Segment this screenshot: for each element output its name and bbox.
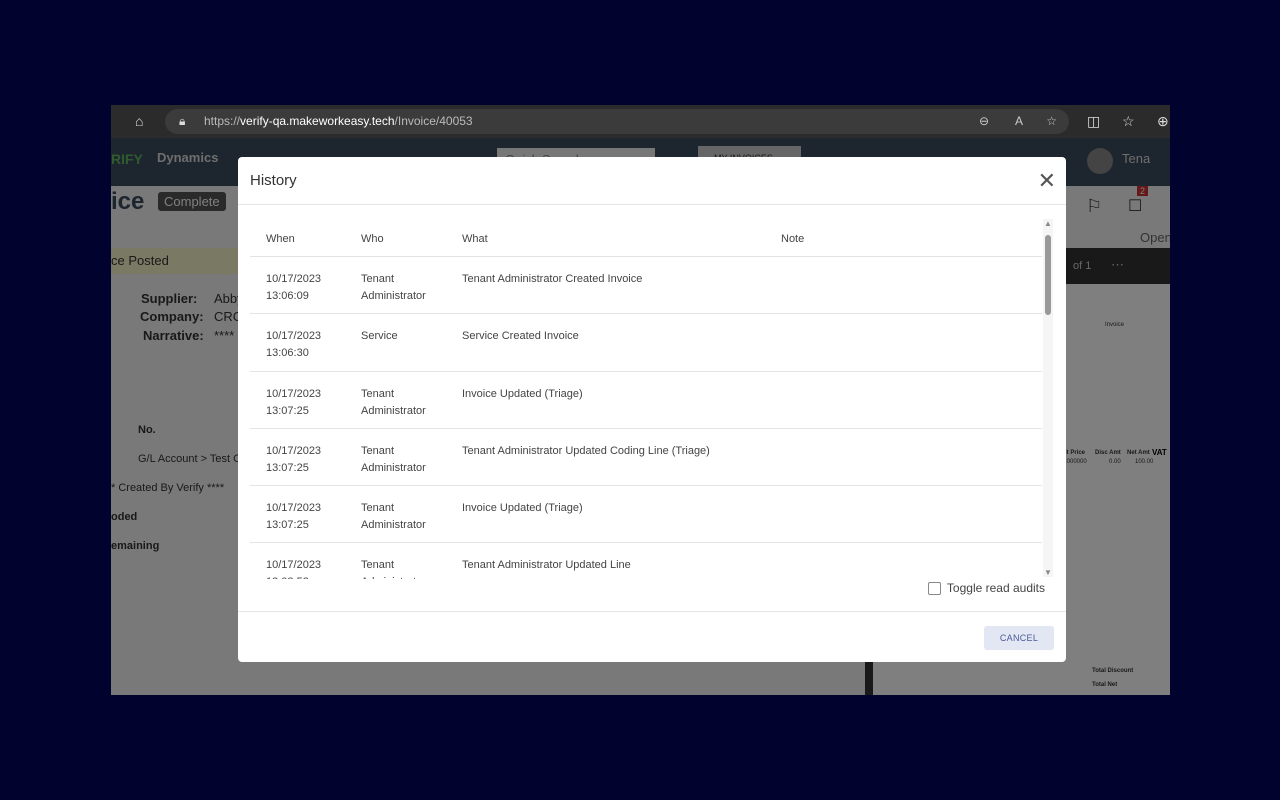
cell-when: 10/17/2023 13:06:09 (266, 271, 321, 305)
history-dialog: History ✕ When Who What Note 10/17/2023 1… (238, 157, 1066, 662)
cell-what: Tenant Administrator Updated Coding Line… (462, 444, 710, 457)
scroll-up-icon[interactable]: ▲ (1044, 219, 1052, 228)
cell-what: Invoice Updated (Triage) (462, 387, 583, 400)
table-row: 10/17/2023 13:07:25 Tenant Administrator I… (250, 372, 1042, 429)
cell-who: Tenant Administrator (361, 443, 426, 477)
dialog-title: History (250, 172, 297, 189)
scrollbar[interactable]: ▲ ▼ (1043, 219, 1053, 577)
who-line1: Tenant (361, 502, 395, 515)
cell-who: Service (361, 328, 398, 345)
who-line2: Administrator (361, 519, 426, 532)
toggle-read-audits[interactable]: Toggle read audits (927, 581, 1045, 595)
who-line2: Administrator (361, 576, 426, 579)
date: 10/17/2023 (266, 559, 322, 572)
col-who: Who (361, 233, 384, 245)
table-row: 10/17/2023 13:08:53 Tenant Administrator T… (250, 543, 1042, 579)
collections-icon[interactable]: ⊕ (1157, 113, 1169, 130)
cell-who: Tenant Administrator (361, 557, 426, 579)
table-row: 10/17/2023 13:07:25 Tenant Administrator T… (250, 429, 1042, 487)
url-path: /Invoice/40053 (394, 114, 473, 128)
toggle-read-audits-label: Toggle read audits (946, 581, 1045, 595)
divider (238, 611, 1066, 612)
cell-when: 10/17/2023 13:07:25 (266, 500, 321, 534)
history-table: When Who What Note 10/17/2023 13:06:09 Te… (250, 219, 1042, 579)
who-line2: Administrator (361, 461, 426, 474)
cell-when: 10/17/2023 13:08:53 (266, 557, 321, 579)
who-line2: Administrator (361, 404, 426, 417)
cell-when: 10/17/2023 13:07:25 (266, 386, 321, 420)
time: 13:06:09 (266, 290, 309, 302)
cell-who: Tenant Administrator (361, 386, 426, 420)
close-icon[interactable]: ✕ (1038, 170, 1056, 192)
cell-who: Tenant Administrator (361, 271, 426, 305)
url-host: verify-qa.makeworkeasy.tech (240, 114, 395, 128)
lock-icon: 🔒︎ (179, 114, 186, 128)
url-prefix: https:// (204, 114, 241, 128)
cell-what: Invoice Updated (Triage) (462, 502, 583, 515)
who-line1: Tenant (361, 559, 395, 572)
date: 10/17/2023 (266, 387, 322, 400)
favorites-icon[interactable]: ☆ (1122, 113, 1135, 130)
split-screen-icon[interactable]: ◫ (1087, 113, 1100, 130)
date: 10/17/2023 (266, 273, 322, 285)
address-bar[interactable]: 🔒︎ https://verify-qa.makeworkeasy.tech/I… (165, 109, 1069, 134)
toggle-read-audits-checkbox[interactable] (927, 581, 941, 595)
cell-when: 10/17/2023 13:07:25 (266, 443, 321, 477)
time: 13:07:25 (266, 519, 309, 532)
who-line1: Service (361, 330, 398, 343)
time: 13:07:25 (266, 461, 309, 474)
table-row: 10/17/2023 13:07:25 Tenant Administrator I… (250, 486, 1042, 544)
who-line2: Administrator (361, 290, 426, 302)
cell-what: Tenant Administrator Created Invoice (462, 273, 643, 285)
divider (238, 204, 1066, 205)
cell-who: Tenant Administrator (361, 500, 426, 534)
time: 13:08:53 (266, 576, 309, 579)
table-row: 10/17/2023 13:06:09 Tenant Administrator T… (250, 257, 1042, 315)
table-header: When Who What Note (250, 219, 1042, 257)
home-icon[interactable]: ⌂ (135, 113, 143, 129)
cancel-button[interactable]: CANCEL (984, 626, 1054, 650)
favorite-star-icon[interactable]: ☆ (1046, 109, 1057, 134)
col-what: What (462, 233, 488, 245)
read-aloud-icon[interactable]: A (1015, 109, 1023, 134)
table-row: 10/17/2023 13:06:30 Service Service Creat… (250, 314, 1042, 372)
browser-toolbar: ⌂ 🔒︎ https://verify-qa.makeworkeasy.tech… (111, 105, 1170, 138)
scrollbar-thumb[interactable] (1045, 235, 1051, 315)
cell-what: Service Created Invoice (462, 330, 579, 343)
date: 10/17/2023 (266, 444, 322, 457)
who-line1: Tenant (361, 273, 395, 285)
who-line1: Tenant (361, 444, 395, 457)
col-when: When (266, 233, 295, 245)
time: 13:06:30 (266, 347, 309, 360)
date: 10/17/2023 (266, 502, 322, 515)
date: 10/17/2023 (266, 330, 322, 343)
cell-when: 10/17/2023 13:06:30 (266, 328, 321, 362)
who-line1: Tenant (361, 387, 395, 400)
time: 13:07:25 (266, 404, 309, 417)
col-note: Note (781, 233, 805, 245)
cell-what: Tenant Administrator Updated Line (462, 559, 631, 572)
zoom-out-icon[interactable]: ⊖ (979, 109, 989, 134)
scroll-down-icon[interactable]: ▼ (1044, 568, 1052, 577)
